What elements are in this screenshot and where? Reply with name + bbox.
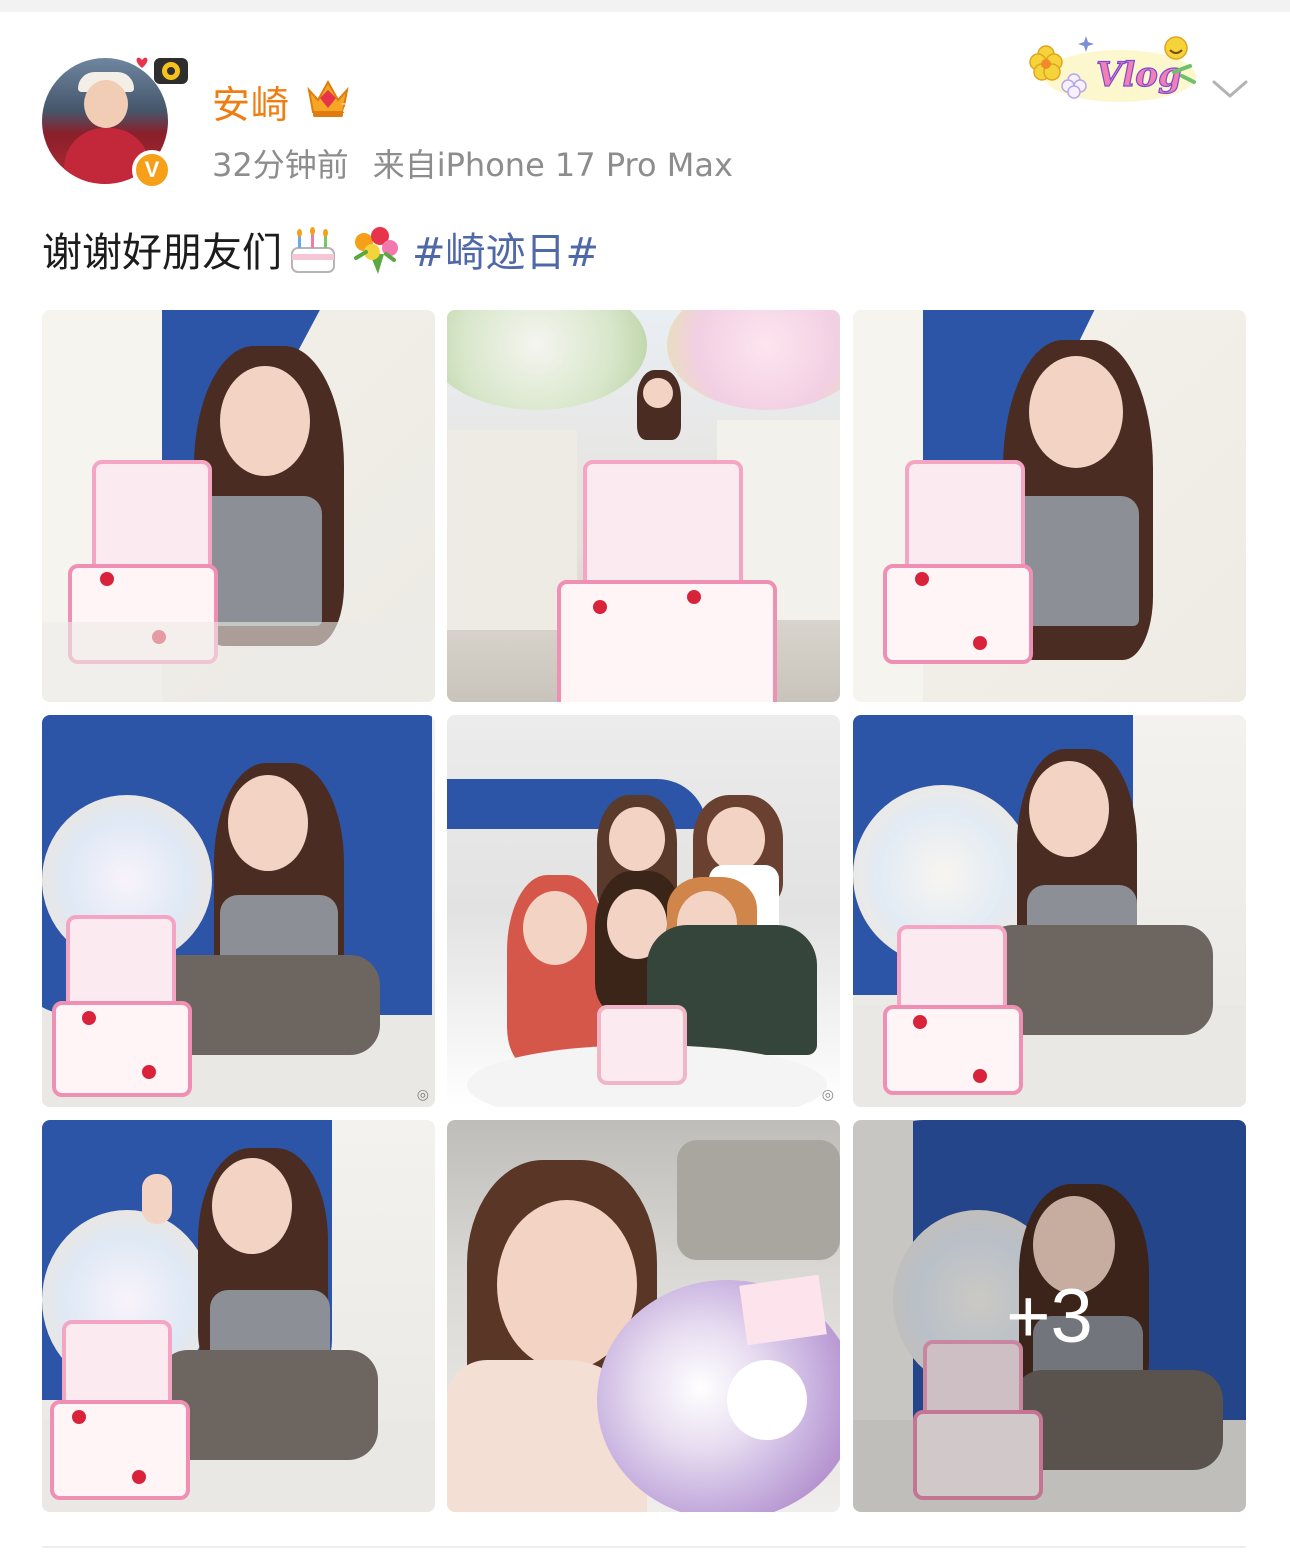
vlog-sticker-icon: Vlog: [1029, 36, 1196, 102]
post-divider: [42, 1546, 1246, 1548]
vlog-sticker-text: Vlog: [1096, 55, 1182, 95]
photo-cake-closeup[interactable]: [447, 310, 840, 702]
post-body-text: 谢谢好朋友们: [42, 230, 282, 276]
avatar-frame-decoration-icon: [136, 57, 188, 84]
crown-icon[interactable]: 7: [305, 76, 351, 120]
photo-grid: ◎ ◎ +3: [42, 310, 1246, 1512]
avatar-face: [84, 80, 128, 128]
birthday-cake-emoji-icon: [291, 227, 335, 273]
post-source: 来自iPhone 17 Pro Max: [372, 146, 733, 184]
photo-selfie-with-flowers[interactable]: [447, 1120, 840, 1512]
hashtag-link[interactable]: #崎迹日#: [412, 230, 599, 276]
verified-badge: V: [132, 150, 172, 190]
photo-girl-kneeling-with-cake[interactable]: [853, 715, 1246, 1107]
feed-separator: [0, 0, 1290, 12]
photo-girl-waving-with-cake[interactable]: [42, 1120, 435, 1512]
photo-girl-smiling-more[interactable]: +3: [853, 1120, 1246, 1512]
image-watermark: ◎: [821, 1087, 834, 1103]
weibo-post-card: V 安崎 7 32分钟前 来自iPhone 17 Pro Max Vlog 谢谢好…: [0, 12, 1290, 1552]
photo-girl-laughing-with-cake[interactable]: [853, 310, 1246, 702]
photo-girl-holding-cake[interactable]: [42, 310, 435, 702]
author-avatar[interactable]: V: [42, 57, 188, 190]
svg-text:7: 7: [341, 101, 348, 115]
post-time: 32分钟前: [212, 146, 349, 184]
author-name[interactable]: 安崎: [212, 74, 290, 129]
post-meta: 32分钟前 来自iPhone 17 Pro Max: [212, 140, 733, 186]
image-watermark: ◎: [416, 1087, 429, 1103]
photo-group-friends[interactable]: ◎: [447, 715, 840, 1107]
bouquet-emoji-icon: [354, 227, 398, 274]
more-images-count[interactable]: +3: [853, 1120, 1246, 1512]
post-text: 谢谢好朋友们 #崎迹日#: [42, 220, 599, 278]
chevron-down-icon[interactable]: [1210, 76, 1250, 102]
photo-girl-sitting-with-cake[interactable]: ◎: [42, 715, 435, 1107]
